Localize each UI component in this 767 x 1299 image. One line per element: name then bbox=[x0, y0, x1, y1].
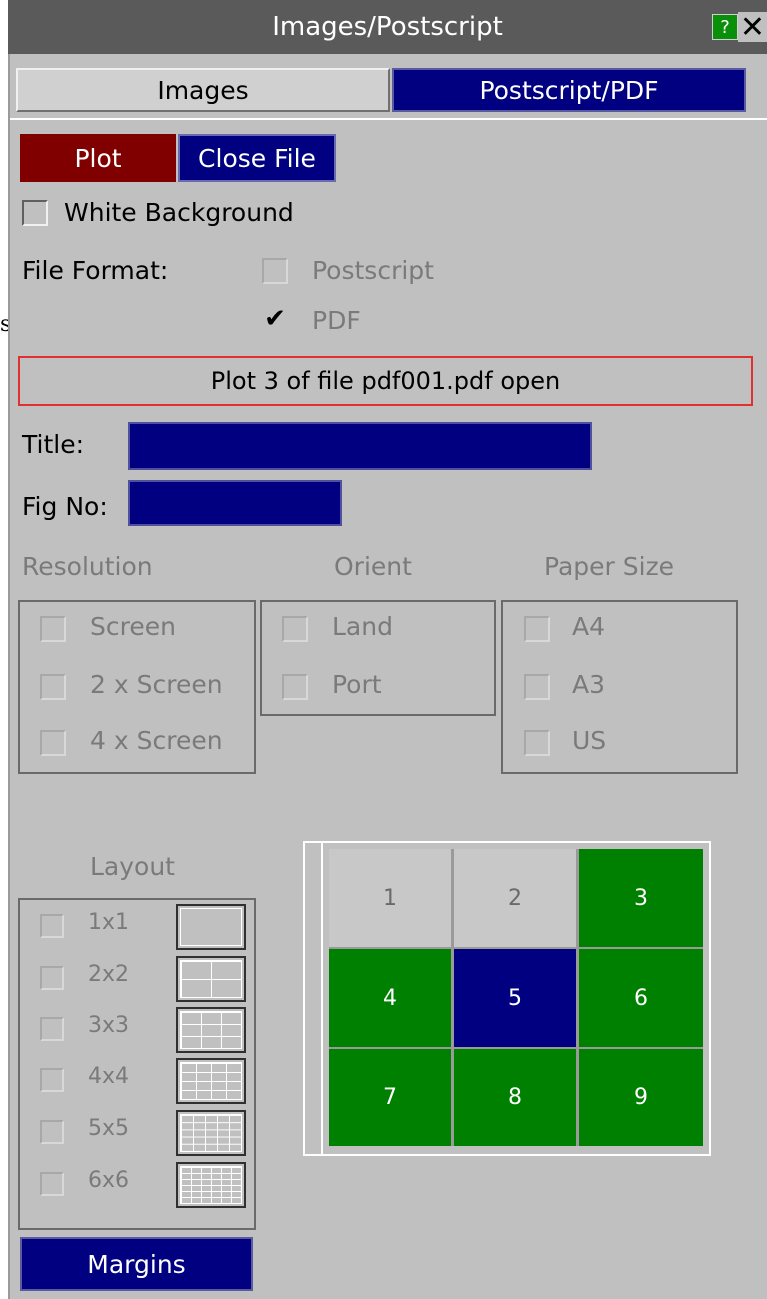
paper-a3-checkbox[interactable] bbox=[524, 674, 550, 700]
layout-2x2-label: 2x2 bbox=[88, 962, 130, 987]
page-grid-cell-9[interactable]: 9 bbox=[579, 1049, 703, 1146]
plot-button[interactable]: Plot bbox=[20, 134, 176, 182]
paper-us-label: US bbox=[572, 726, 607, 755]
layout-5x5-checkbox[interactable] bbox=[40, 1120, 64, 1144]
divider bbox=[10, 118, 767, 120]
resolution-4x-checkbox[interactable] bbox=[40, 730, 66, 756]
page-grid-cell-6[interactable]: 6 bbox=[579, 949, 703, 1047]
tab-images[interactable]: Images bbox=[16, 68, 390, 112]
white-background-label: White Background bbox=[64, 198, 294, 227]
status-text: Plot 3 of file pdf001.pdf open bbox=[210, 367, 561, 395]
close-icon[interactable]: ✕ bbox=[738, 10, 767, 45]
paper-a4-label: A4 bbox=[572, 612, 606, 641]
pdf-checkbox[interactable]: ✔ bbox=[262, 306, 288, 332]
postscript-label: Postscript bbox=[312, 256, 434, 285]
paper-a3-label: A3 bbox=[572, 670, 606, 699]
page-grid: 123 456 789 bbox=[329, 849, 703, 1146]
orient-land-checkbox[interactable] bbox=[282, 616, 308, 642]
postscript-checkbox[interactable] bbox=[262, 258, 288, 284]
white-background-checkbox[interactable] bbox=[22, 200, 48, 226]
page-grid-frame-divider bbox=[321, 843, 323, 1154]
layout-3x3-preview-icon[interactable] bbox=[176, 1007, 246, 1053]
page-grid-cell-2[interactable]: 2 bbox=[454, 849, 576, 947]
page-grid-cell-7[interactable]: 7 bbox=[329, 1049, 451, 1146]
resolution-2x-checkbox[interactable] bbox=[40, 674, 66, 700]
layout-heading: Layout bbox=[90, 852, 175, 881]
resolution-4x-label: 4 x Screen bbox=[90, 726, 223, 755]
page-grid-cell-8[interactable]: 8 bbox=[454, 1049, 576, 1146]
tab-postscript-pdf[interactable]: Postscript/PDF bbox=[392, 68, 746, 112]
layout-1x1-preview-icon[interactable] bbox=[176, 904, 246, 950]
paper-size-heading: Paper Size bbox=[544, 552, 675, 581]
layout-1x1-label: 1x1 bbox=[88, 910, 130, 935]
page-grid-cell-4[interactable]: 4 bbox=[329, 949, 451, 1047]
margins-button[interactable]: Margins bbox=[20, 1237, 253, 1291]
resolution-heading: Resolution bbox=[22, 552, 153, 581]
page-grid-cell-5[interactable]: 5 bbox=[454, 949, 576, 1047]
page-grid-cell-3[interactable]: 3 bbox=[579, 849, 703, 947]
close-file-button[interactable]: Close File bbox=[178, 134, 336, 182]
status-message: Plot 3 of file pdf001.pdf open bbox=[18, 356, 753, 406]
fig-no-input[interactable] bbox=[128, 480, 342, 526]
paper-a4-checkbox[interactable] bbox=[524, 616, 550, 642]
layout-6x6-preview-icon[interactable] bbox=[176, 1162, 246, 1208]
layout-5x5-label: 5x5 bbox=[88, 1116, 130, 1141]
title-field-label: Title: bbox=[22, 430, 84, 459]
title-input[interactable] bbox=[128, 422, 592, 470]
fig-no-label: Fig No: bbox=[22, 492, 108, 521]
layout-6x6-label: 6x6 bbox=[88, 1168, 130, 1193]
layout-2x2-checkbox[interactable] bbox=[40, 966, 64, 990]
layout-3x3-checkbox[interactable] bbox=[40, 1017, 64, 1041]
resolution-screen-label: Screen bbox=[90, 612, 176, 641]
resolution-screen-checkbox[interactable] bbox=[40, 616, 66, 642]
layout-4x4-preview-icon[interactable] bbox=[176, 1058, 246, 1104]
window-title: Images/Postscript bbox=[272, 12, 503, 42]
resolution-2x-label: 2 x Screen bbox=[90, 670, 223, 699]
help-button[interactable]: ? bbox=[712, 14, 738, 40]
orient-port-label: Port bbox=[332, 670, 382, 699]
layout-5x5-preview-icon[interactable] bbox=[176, 1110, 246, 1156]
orient-heading: Orient bbox=[334, 552, 412, 581]
page-grid-cell-1[interactable]: 1 bbox=[329, 849, 451, 947]
layout-1x1-checkbox[interactable] bbox=[40, 914, 64, 938]
window-titlebar[interactable]: Images/Postscript bbox=[8, 0, 767, 54]
orient-land-label: Land bbox=[332, 612, 393, 641]
pdf-label: PDF bbox=[312, 306, 361, 335]
edge-text-fragment: s bbox=[0, 312, 8, 337]
paper-us-checkbox[interactable] bbox=[524, 730, 550, 756]
orient-port-checkbox[interactable] bbox=[282, 674, 308, 700]
layout-4x4-checkbox[interactable] bbox=[40, 1068, 64, 1092]
file-format-label: File Format: bbox=[22, 256, 169, 285]
layout-3x3-label: 3x3 bbox=[88, 1013, 130, 1038]
layout-4x4-label: 4x4 bbox=[88, 1064, 130, 1089]
layout-2x2-preview-icon[interactable] bbox=[176, 956, 246, 1002]
layout-6x6-checkbox[interactable] bbox=[40, 1172, 64, 1196]
